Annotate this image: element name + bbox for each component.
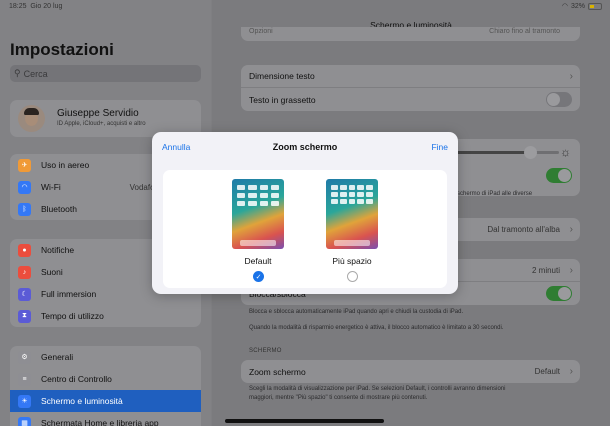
true-tone-toggle[interactable] <box>546 168 572 183</box>
avatar <box>18 105 45 132</box>
moon-icon: ☾ <box>18 287 31 301</box>
sidebar-item-home-screen[interactable]: ▦ Schermata Home e libreria app <box>10 412 201 426</box>
text-settings-group: Dimensione testo › Testo in grassetto <box>241 65 580 111</box>
bold-text-toggle[interactable] <box>546 92 572 107</box>
lock-note-1: Blocca e sblocca automaticamente iPad qu… <box>249 309 464 315</box>
sun-icon: ☼ <box>560 145 571 159</box>
search-placeholder: Cerca <box>23 68 48 79</box>
zoom-note-1: Scegli la modalità di visualizzazione pe… <box>249 386 506 392</box>
lock-unlock-toggle[interactable] <box>546 286 572 301</box>
appearance-options-row[interactable]: Opzioni Chiaro fino al tramonto <box>241 27 580 41</box>
chevron-right-icon: › <box>569 70 573 82</box>
zoom-note-2: maggiori, mentre "Più spazio" ti consent… <box>249 395 428 401</box>
sidebar-item-screen-time[interactable]: ⧗ Tempo di utilizzo <box>10 305 201 327</box>
profile-subtitle: ID Apple, iCloud+, acquisti e altro <box>57 121 146 127</box>
chevron-right-icon: › <box>569 264 573 276</box>
display-zoom-row[interactable]: Zoom schermo Default › <box>241 360 580 383</box>
brightness-slider[interactable] <box>457 146 559 159</box>
home-indicator <box>225 419 384 423</box>
default-zoom-preview[interactable] <box>232 179 284 249</box>
more-space-zoom-preview[interactable] <box>326 179 378 249</box>
wifi-status-icon: ◠ <box>561 3 568 10</box>
search-icon: ⚲ <box>14 68 21 78</box>
chevron-right-icon: › <box>569 224 573 235</box>
battery-icon <box>588 2 602 10</box>
battery-percent: 32% <box>570 2 585 10</box>
status-bar: 18:25 Gio 20 lug ◠ 32% <box>0 0 610 14</box>
chevron-right-icon: › <box>569 366 573 377</box>
lock-note-2: Quando la modalità di risparmio energeti… <box>249 325 504 331</box>
option-default-radio[interactable]: ✓ <box>253 271 264 282</box>
profile-name: Giuseppe Servidio <box>57 108 139 119</box>
wifi-icon: ◠ <box>18 180 31 194</box>
sidebar-title: Impostazioni <box>10 40 114 59</box>
sliders-icon: ≡ <box>18 372 31 386</box>
option-more-space-radio[interactable] <box>347 271 358 282</box>
option-more-space-label: Più spazio <box>332 256 372 266</box>
grid-icon: ▦ <box>18 416 31 426</box>
sidebar-item-display-brightness[interactable]: ☀ Schermo e luminosità <box>10 390 201 412</box>
option-default-label: Default <box>244 256 272 266</box>
text-size-row[interactable]: Dimensione testo › <box>241 65 580 88</box>
sidebar-group-system: ⚙ Generali ≡ Centro di Controllo ☀ Scher… <box>10 346 201 426</box>
display-zoom-modal: Zoom schermo Annulla Fine Default ✓ Più … <box>152 132 458 294</box>
hourglass-icon: ⧗ <box>18 309 31 323</box>
bell-icon: ● <box>18 243 31 257</box>
zoom-options-card: Default ✓ Più spazio <box>163 170 447 288</box>
section-schermo-label: SCHERMO <box>249 348 282 354</box>
status-time-date: 18:25 Gio 20 lug <box>9 3 63 10</box>
done-button[interactable]: Fine <box>431 142 448 152</box>
status-right: ◠ 32% <box>562 2 602 10</box>
true-tone-note: schermo di iPad alle diverse <box>457 191 533 197</box>
search-field[interactable]: ⚲ Cerca <box>10 65 201 82</box>
bluetooth-icon: ᛒ <box>18 202 31 216</box>
sidebar-item-control-center[interactable]: ≡ Centro di Controllo <box>10 368 201 390</box>
speaker-icon: ♪ <box>18 265 31 279</box>
sidebar-item-general[interactable]: ⚙ Generali <box>10 346 201 368</box>
airplane-icon: ✈ <box>18 158 31 172</box>
gear-icon: ⚙ <box>18 350 31 364</box>
bold-text-row[interactable]: Testo in grassetto <box>241 88 580 111</box>
modal-title: Zoom schermo <box>272 142 338 152</box>
brightness-icon: ☀ <box>18 394 31 408</box>
cancel-button[interactable]: Annulla <box>162 142 190 152</box>
